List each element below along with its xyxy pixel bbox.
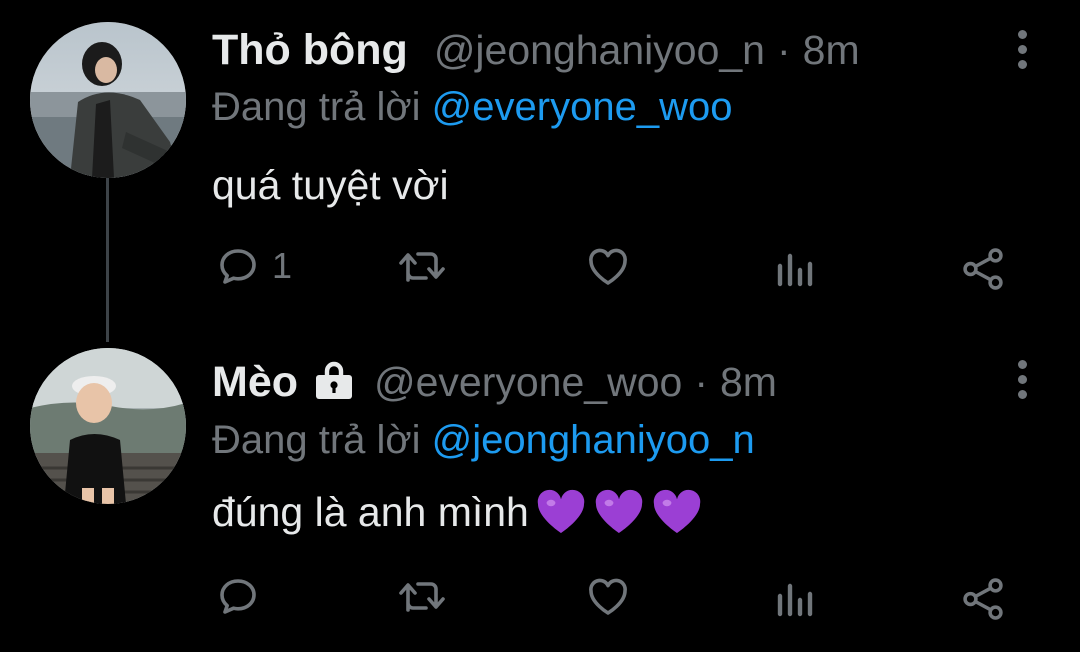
replying-to-mention[interactable]: @everyone_woo [432, 85, 733, 129]
share-icon [963, 248, 1003, 290]
tweet-1[interactable]: Thỏ bông @jeonghaniyoo_n · 8m Đang trả l… [0, 0, 1080, 330]
tweet-text: quá tuyệt vời [212, 162, 449, 209]
like-icon [589, 248, 627, 285]
replying-to-label: Đang trả lời [212, 85, 421, 129]
purple-heart-emoji [651, 488, 703, 536]
lock-icon [310, 358, 358, 405]
analytics-icon [777, 253, 813, 287]
tweet-text: đúng là anh mình [212, 488, 703, 536]
tweet-header: Mèo @everyone_woo · 8m [212, 354, 777, 407]
analytics-button[interactable] [774, 248, 818, 292]
tweet-text-content: đúng là anh mình [212, 488, 529, 535]
more-options-button[interactable] [1016, 30, 1028, 70]
action-bar: 1 [0, 242, 1080, 298]
retweet-icon [399, 252, 445, 282]
retweet-icon [399, 582, 445, 612]
retweet-button[interactable] [396, 574, 448, 618]
purple-heart-emoji [593, 488, 645, 536]
user-handle[interactable]: @jeonghaniyoo_n [434, 27, 765, 74]
timestamp[interactable]: 8m [803, 27, 860, 74]
display-name[interactable]: Mèo [212, 358, 298, 407]
share-icon [963, 578, 1003, 620]
tweet-2[interactable]: Mèo @everyone_woo · 8m Đang trả lời @jeo… [0, 330, 1080, 652]
analytics-button[interactable] [774, 578, 818, 622]
like-button[interactable] [584, 242, 632, 290]
replying-to-label: Đang trả lời [212, 418, 421, 462]
share-button[interactable] [958, 244, 1008, 294]
like-button[interactable] [584, 572, 632, 620]
avatar[interactable] [30, 22, 186, 178]
more-icon [1016, 360, 1028, 399]
retweet-button[interactable] [396, 244, 448, 288]
separator-dot: · [694, 359, 708, 405]
avatar-photo [30, 348, 186, 504]
action-bar [0, 572, 1080, 628]
avatar-photo [30, 22, 186, 178]
analytics-icon [777, 583, 813, 617]
more-options-button[interactable] [1016, 360, 1028, 400]
reply-count: 1 [272, 245, 293, 286]
reply-button[interactable] [214, 572, 272, 620]
purple-heart-emoji [535, 488, 587, 536]
tweet-text-content: quá tuyệt vời [212, 162, 449, 208]
tweet-header: Thỏ bông @jeonghaniyoo_n · 8m [212, 26, 860, 75]
separator-dot: · [776, 27, 791, 73]
user-handle[interactable]: @everyone_woo [374, 359, 682, 406]
timestamp[interactable]: 8m [720, 359, 777, 406]
share-button[interactable] [958, 574, 1008, 624]
reply-icon [220, 579, 256, 614]
more-icon [1016, 30, 1028, 69]
replying-to-mention[interactable]: @jeonghaniyoo_n [432, 418, 755, 462]
reply-button[interactable]: 1 [214, 242, 292, 290]
reply-icon [220, 249, 256, 284]
replying-to: Đang trả lời @everyone_woo [212, 85, 732, 130]
like-icon [589, 578, 627, 615]
display-name[interactable]: Thỏ bông [212, 26, 408, 75]
replying-to: Đang trả lời @jeonghaniyoo_n [212, 418, 755, 463]
avatar[interactable] [30, 348, 186, 504]
